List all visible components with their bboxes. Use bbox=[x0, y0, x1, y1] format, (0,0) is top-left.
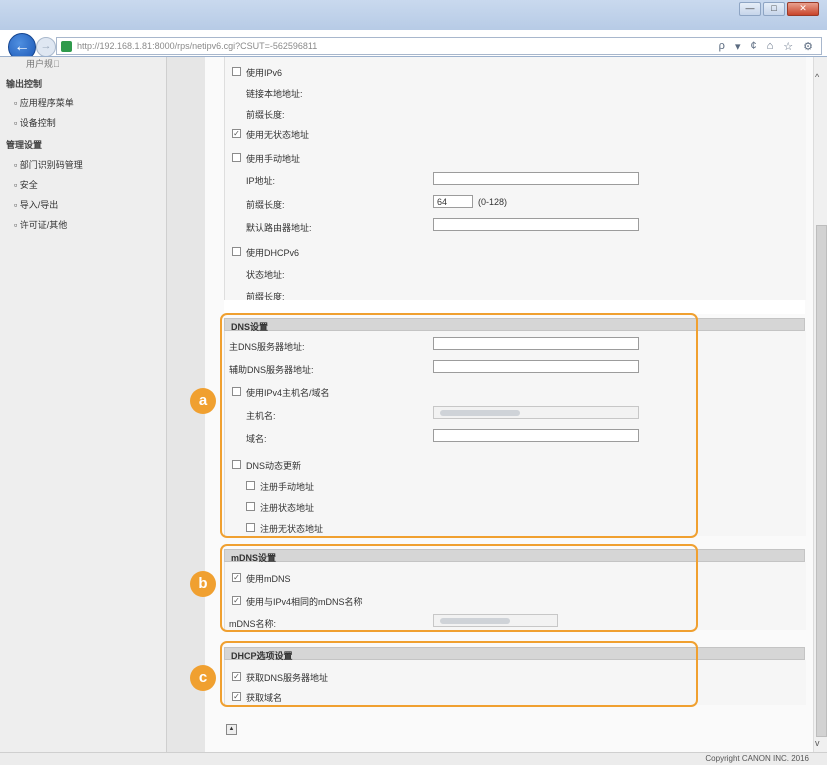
dhcp-highlight-box bbox=[220, 641, 698, 707]
use-stateless-label: 使用无状态地址 bbox=[246, 130, 310, 140]
address-bar[interactable]: http://192.168.1.81:8000/rps/netipv6.cgi… bbox=[56, 37, 822, 55]
use-dhcpv6-checkbox[interactable] bbox=[232, 247, 241, 256]
sidebar-item-user-truncated[interactable]: 用户规  bbox=[26, 57, 60, 70]
link-local-label: 链接本地地址: bbox=[246, 89, 303, 99]
copyright-text: Copyright CANON INC. 2016 bbox=[705, 754, 809, 763]
forward-arrow-icon[interactable]: → bbox=[36, 37, 56, 57]
section-spacer bbox=[224, 300, 805, 314]
use-manual-checkbox[interactable] bbox=[232, 153, 241, 162]
prefix-length-input[interactable]: 64 bbox=[433, 195, 473, 208]
sidebar-header-management: 管理设置 bbox=[6, 140, 43, 150]
scroll-down-icon[interactable]: v bbox=[815, 738, 820, 748]
settings-gear-icon[interactable]: ⚙ bbox=[803, 40, 813, 53]
use-manual-label: 使用手动地址 bbox=[246, 154, 301, 164]
sidebar-item-license[interactable]: ▫ 许可证/其他 bbox=[14, 218, 67, 231]
close-window-button[interactable]: ✕ bbox=[787, 2, 819, 16]
default-router-input[interactable] bbox=[433, 218, 639, 231]
scroll-up-icon[interactable]: ^ bbox=[815, 72, 819, 82]
back-to-top-icon[interactable]: ▲ bbox=[226, 724, 237, 735]
sidebar-item-dept-id[interactable]: ▫ 部门识别码管理 bbox=[14, 158, 83, 171]
sidebar-header-output-control: 输出控制 bbox=[6, 79, 43, 89]
use-ipv6-checkbox[interactable] bbox=[232, 67, 241, 76]
site-favicon-icon bbox=[61, 41, 72, 52]
favorites-star-icon[interactable]: ☆ bbox=[783, 40, 793, 53]
ip-address-input[interactable] bbox=[433, 172, 639, 185]
badge-b: b bbox=[190, 571, 216, 597]
maximize-button[interactable]: □ bbox=[763, 2, 785, 16]
home-icon[interactable]: ⌂ bbox=[767, 40, 774, 53]
prefix-length-label-1: 前缀长度: bbox=[246, 110, 285, 120]
search-icon[interactable]: ρ bbox=[719, 40, 725, 53]
page-footer: Copyright CANON INC. 2016 bbox=[0, 752, 827, 765]
scrollbar-thumb[interactable] bbox=[816, 225, 827, 737]
dropdown-icon[interactable]: ▾ bbox=[735, 40, 741, 53]
use-stateless-checkbox[interactable]: ✓ bbox=[232, 129, 241, 138]
use-ipv6-label: 使用IPv6 bbox=[246, 68, 283, 78]
refresh-icon[interactable]: ¢ bbox=[750, 40, 756, 53]
address-tools: ρ ▾ ¢ ⌂ ☆ ⚙ bbox=[719, 40, 813, 53]
badge-c: c bbox=[190, 665, 216, 691]
window-titlebar: — □ ✕ bbox=[0, 0, 827, 30]
state-address-label: 状态地址: bbox=[246, 270, 285, 280]
use-dhcpv6-label: 使用DHCPv6 bbox=[246, 248, 300, 258]
badge-a: a bbox=[190, 388, 216, 414]
window-controls: — □ ✕ bbox=[739, 2, 819, 16]
url-text: http://192.168.1.81:8000/rps/netipv6.cgi… bbox=[77, 41, 318, 51]
sidebar-item-security[interactable]: ▫ 安全 bbox=[14, 178, 38, 191]
sidebar-item-device-control[interactable]: ▫ 设备控制 bbox=[14, 116, 56, 129]
ip-address-label: IP地址: bbox=[246, 176, 276, 186]
prefix-length-label-2: 前缀长度: bbox=[246, 200, 285, 210]
sidebar: 用户规  输出控制 ▫ 应用程序菜单 ▫ 设备控制 管理设置 ▫ 部门识别码管理… bbox=[0, 57, 167, 752]
sidebar-item-app-menu[interactable]: ▫ 应用程序菜单 bbox=[14, 96, 74, 109]
prefix-range-hint: (0-128) bbox=[478, 197, 508, 207]
mdns-highlight-box bbox=[220, 544, 698, 632]
minimize-button[interactable]: — bbox=[739, 2, 761, 16]
dns-highlight-box bbox=[220, 313, 698, 538]
default-router-label: 默认路由器地址: bbox=[246, 223, 312, 233]
sidebar-item-import-export[interactable]: ▫ 导入/导出 bbox=[14, 198, 58, 211]
